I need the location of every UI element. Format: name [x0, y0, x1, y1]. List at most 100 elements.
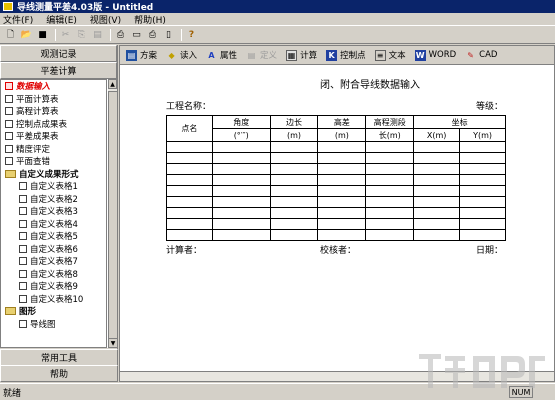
table-cell[interactable]: [365, 152, 415, 164]
table-cell[interactable]: [413, 229, 461, 241]
read-button[interactable]: ◆ 读入: [166, 49, 197, 62]
copy-icon[interactable]: ⎘: [75, 28, 88, 42]
table-cell[interactable]: [317, 174, 367, 186]
checkbox-icon[interactable]: [5, 144, 13, 153]
checkbox-icon[interactable]: [5, 107, 13, 116]
checkbox-icon[interactable]: [5, 94, 13, 103]
table-cell[interactable]: [413, 163, 461, 175]
sidebar-item[interactable]: 自定义表格8: [1, 268, 106, 281]
table-cell[interactable]: [365, 207, 415, 219]
scroll-up-icon[interactable]: ▲: [108, 79, 117, 89]
sidebar-item[interactable]: 自定义表格7: [1, 255, 106, 268]
table-cell[interactable]: [365, 229, 415, 241]
sidebar-item[interactable]: 平面查错: [1, 155, 106, 168]
checkbox-icon[interactable]: [5, 82, 13, 91]
table-cell[interactable]: [166, 207, 213, 219]
table-cell[interactable]: [413, 174, 461, 186]
table-cell[interactable]: [413, 185, 461, 197]
page-setup-icon[interactable]: ▯: [162, 28, 175, 42]
table-cell[interactable]: [365, 185, 415, 197]
sidebar-item[interactable]: 导线图: [1, 318, 106, 331]
table-cell[interactable]: [459, 174, 506, 186]
print-icon[interactable]: ⎙: [146, 28, 159, 42]
sidebar-item[interactable]: 自定义成果形式: [1, 168, 106, 181]
preview-icon[interactable]: ▭: [130, 28, 143, 42]
table-cell[interactable]: [269, 207, 319, 219]
sidebar-help-header[interactable]: 帮助: [0, 365, 118, 382]
checkbox-icon[interactable]: [19, 194, 27, 203]
properties-button[interactable]: A 属性: [206, 49, 237, 62]
checkbox-icon[interactable]: [5, 119, 13, 128]
sidebar-item[interactable]: 平差成果表: [1, 130, 106, 143]
table-cell[interactable]: [166, 185, 213, 197]
checkbox-icon[interactable]: [19, 232, 27, 241]
cut-icon[interactable]: ✂: [59, 28, 72, 42]
table-cell[interactable]: [317, 141, 367, 153]
sidebar-item[interactable]: 数据输入: [1, 80, 106, 93]
table-cell[interactable]: [459, 207, 506, 219]
sidebar-item[interactable]: 自定义表格4: [1, 218, 106, 231]
checkbox-icon[interactable]: [19, 244, 27, 253]
word-button[interactable]: W WORD: [414, 49, 456, 61]
table-cell[interactable]: [269, 196, 319, 208]
table-cell[interactable]: [317, 163, 367, 175]
sidebar-item[interactable]: 平面计算表: [1, 93, 106, 106]
checkbox-icon[interactable]: [19, 294, 27, 303]
checkbox-icon[interactable]: [19, 269, 27, 278]
table-cell[interactable]: [211, 174, 271, 186]
sidebar-adjustment-header[interactable]: 平差计算: [0, 62, 117, 79]
table-cell[interactable]: [166, 141, 213, 153]
checkbox-icon[interactable]: [19, 257, 27, 266]
checkbox-icon[interactable]: [19, 219, 27, 228]
sidebar-tools-header[interactable]: 常用工具: [0, 349, 118, 366]
table-cell[interactable]: [166, 163, 213, 175]
table-cell[interactable]: [211, 185, 271, 197]
menu-view[interactable]: 视图(V): [90, 13, 121, 26]
table-cell[interactable]: [269, 152, 319, 164]
menu-help[interactable]: 帮助(H): [134, 13, 166, 26]
table-cell[interactable]: [166, 174, 213, 186]
sidebar-item[interactable]: 自定义表格9: [1, 280, 106, 293]
table-cell[interactable]: [166, 229, 213, 241]
new-file-icon[interactable]: 🗋: [4, 28, 17, 42]
table-cell[interactable]: [413, 196, 461, 208]
table-cell[interactable]: [211, 229, 271, 241]
checkbox-icon[interactable]: [19, 207, 27, 216]
plan-button[interactable]: ▤ 方案: [126, 49, 157, 61]
table-cell[interactable]: [269, 229, 319, 241]
table-cell[interactable]: [459, 196, 506, 208]
table-cell[interactable]: [459, 229, 506, 241]
table-cell[interactable]: [166, 152, 213, 164]
calculate-button[interactable]: ▦ 计算: [286, 49, 317, 61]
sidebar-item[interactable]: 自定义表格5: [1, 230, 106, 243]
table-cell[interactable]: [317, 152, 367, 164]
cad-button[interactable]: ✎ CAD: [465, 50, 497, 61]
table-cell[interactable]: [413, 218, 461, 230]
table-cell[interactable]: [413, 152, 461, 164]
table-cell[interactable]: [166, 218, 213, 230]
sidebar-item[interactable]: 图形: [1, 305, 106, 318]
sidebar-item[interactable]: 自定义表格6: [1, 243, 106, 256]
table-cell[interactable]: [317, 196, 367, 208]
sidebar-item[interactable]: 自定义表格2: [1, 193, 106, 206]
table-cell[interactable]: [317, 185, 367, 197]
sidebar-item[interactable]: 自定义表格3: [1, 205, 106, 218]
table-cell[interactable]: [211, 163, 271, 175]
table-cell[interactable]: [211, 218, 271, 230]
table-cell[interactable]: [317, 218, 367, 230]
sidebar-observation-header[interactable]: 观测记录: [0, 45, 117, 62]
table-cell[interactable]: [365, 196, 415, 208]
help-icon[interactable]: ?: [185, 28, 198, 42]
table-cell[interactable]: [269, 174, 319, 186]
menu-edit[interactable]: 编辑(E): [46, 13, 77, 26]
sidebar-item[interactable]: 自定义表格10: [1, 293, 106, 306]
checkbox-icon[interactable]: [5, 132, 13, 141]
table-cell[interactable]: [413, 207, 461, 219]
scroll-thumb[interactable]: [108, 91, 118, 341]
table-cell[interactable]: [459, 152, 506, 164]
table-cell[interactable]: [211, 207, 271, 219]
table-cell[interactable]: [365, 141, 415, 153]
define-button[interactable]: ▤ 定义: [246, 49, 277, 62]
scroll-down-icon[interactable]: ▼: [108, 338, 118, 348]
table-cell[interactable]: [211, 152, 271, 164]
